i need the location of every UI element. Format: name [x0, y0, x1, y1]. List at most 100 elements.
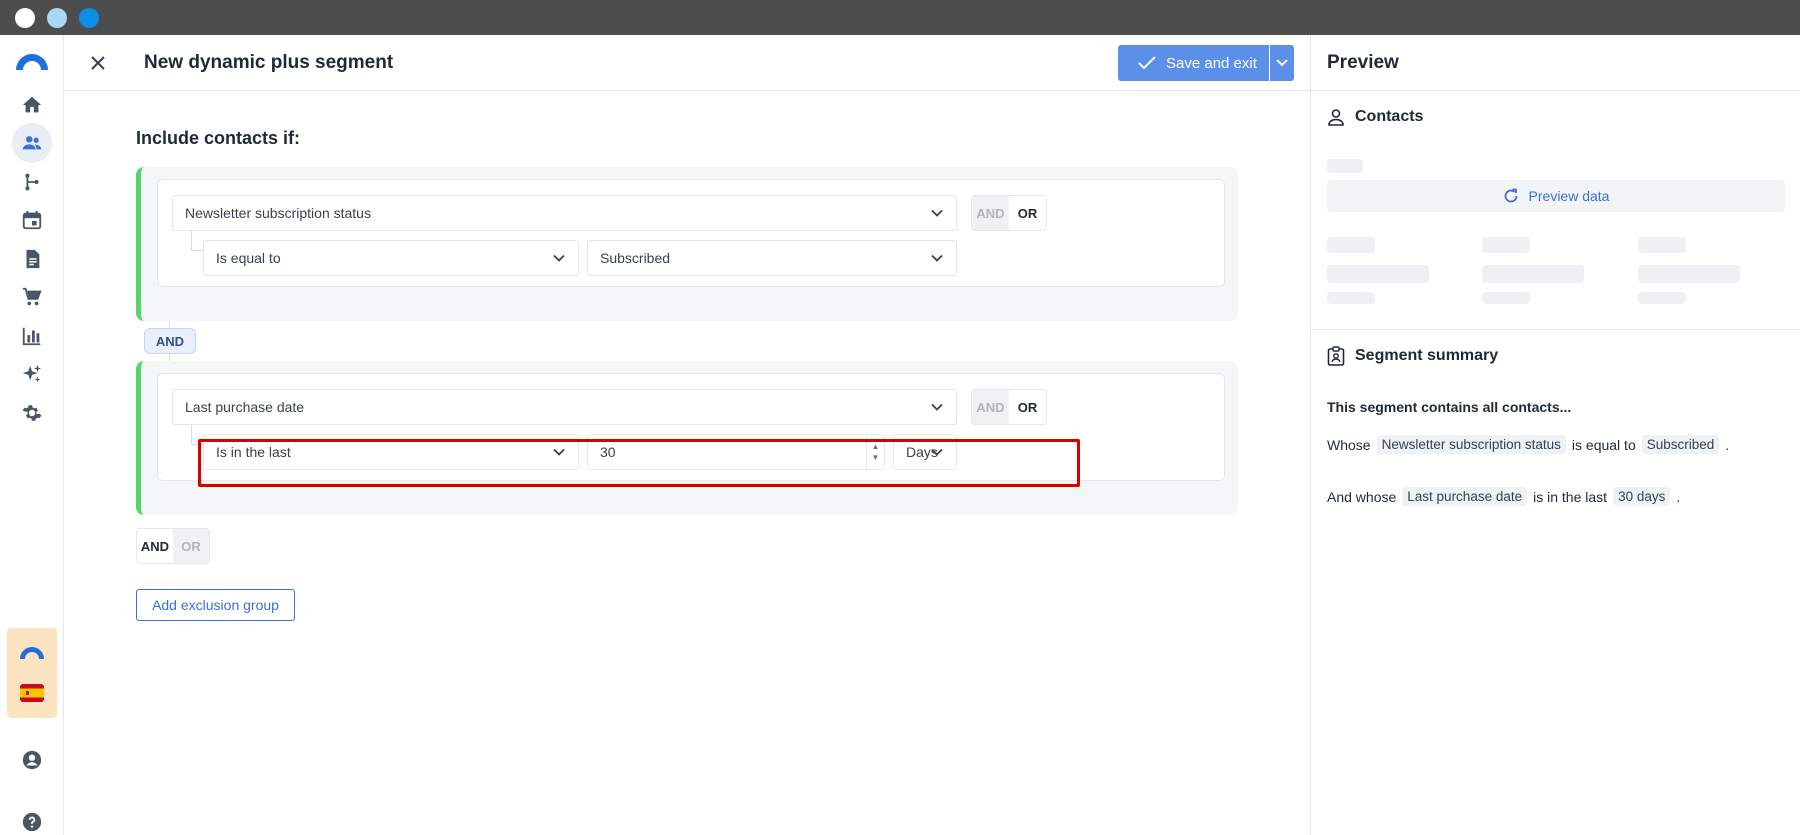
sidebar-item-reports[interactable] [12, 316, 52, 356]
sidebar-item-account[interactable] [12, 740, 52, 780]
summary-intro: This segment contains all contacts... [1327, 399, 1572, 415]
sidebar-item-shop[interactable] [12, 277, 52, 317]
group-and-connector[interactable]: AND [144, 328, 196, 354]
close-icon [91, 56, 105, 70]
condition-card: Last purchase date Is in the last 30 ▲ ▼… [157, 373, 1225, 481]
chevron-down-icon [931, 448, 943, 456]
summary-line-2: And whose Last purchase date is in the l… [1327, 487, 1680, 506]
or-option[interactable]: OR [173, 529, 209, 563]
summary-value-chip: Subscribed [1641, 435, 1720, 454]
home-icon [22, 96, 42, 113]
and-option[interactable]: AND [972, 390, 1009, 424]
and-option[interactable]: AND [137, 529, 173, 563]
sidebar-item-home[interactable] [12, 85, 52, 125]
gear-icon [22, 405, 42, 421]
person-icon [1328, 109, 1344, 126]
sidebar-item-automation[interactable] [12, 162, 52, 202]
chevron-down-icon [931, 403, 943, 411]
promo-tile[interactable] [7, 628, 57, 718]
summary-value-chip: 30 days [1613, 487, 1671, 506]
summary-section-title: Segment summary [1327, 346, 1498, 366]
field-select-value: Last purchase date [185, 399, 305, 415]
amount-stepper[interactable]: ▲ ▼ [866, 435, 884, 469]
step-down-icon[interactable]: ▼ [872, 452, 880, 463]
summary-operator: is equal to [1571, 436, 1636, 453]
editor-header: New dynamic plus segment Save and exit [64, 35, 1310, 91]
brand-logo-icon[interactable] [14, 51, 50, 71]
sparkle-icon [22, 364, 42, 383]
window-titlebar [0, 0, 1800, 35]
summary-field-chip: Newsletter subscription status [1376, 435, 1566, 454]
unit-select[interactable]: Days [893, 434, 957, 470]
page-title: New dynamic plus segment [144, 52, 394, 73]
sidebar-item-contacts[interactable] [12, 123, 52, 163]
preview-divider [1311, 329, 1800, 330]
field-select[interactable]: Newsletter subscription status [172, 195, 957, 231]
save-and-exit-button[interactable]: Save and exit [1118, 45, 1269, 81]
and-option[interactable]: AND [972, 196, 1009, 230]
chevron-down-icon [1276, 59, 1288, 67]
window-minimize-dot[interactable] [47, 8, 67, 28]
chevron-down-icon [931, 254, 943, 262]
condition-card: Newsletter subscription status Is equal … [157, 179, 1225, 287]
add-exclusion-group-button[interactable]: Add exclusion group [136, 589, 295, 621]
and-or-toggle: AND OR [971, 195, 1047, 231]
sidebar-item-calendar[interactable] [12, 200, 52, 240]
summary-prefix: And whose [1327, 488, 1397, 505]
skeleton-block [1327, 292, 1375, 304]
close-button[interactable] [84, 49, 112, 77]
summary-suffix: . [1676, 488, 1681, 505]
save-options-dropdown[interactable] [1270, 45, 1294, 81]
operator-select[interactable]: Is equal to [203, 240, 579, 276]
skeleton-block [1482, 265, 1584, 283]
amount-value: 30 [600, 444, 616, 460]
window-close-dot[interactable] [15, 8, 35, 28]
document-icon [26, 249, 40, 269]
summary-title-label: Segment summary [1355, 347, 1499, 364]
skeleton-block [1638, 292, 1686, 304]
skeleton-block [1482, 292, 1530, 304]
step-up-icon[interactable]: ▲ [872, 441, 880, 452]
include-title: Include contacts if: [136, 128, 301, 148]
or-option[interactable]: OR [1009, 390, 1046, 424]
sidebar-item-ai[interactable] [12, 354, 52, 394]
contacts-title-label: Contacts [1355, 108, 1424, 125]
skeleton-block [1327, 159, 1363, 173]
chevron-down-icon [931, 209, 943, 217]
refresh-icon [1504, 188, 1517, 203]
value-select-value: Subscribed [600, 250, 671, 266]
value-select[interactable]: Subscribed [587, 240, 957, 276]
skeleton-block [1638, 265, 1740, 283]
summary-prefix: Whose [1327, 436, 1371, 453]
check-icon [1138, 56, 1156, 70]
brand-logo-icon [20, 647, 44, 659]
and-or-toggle: AND OR [971, 389, 1047, 425]
condition-group-2: Last purchase date Is in the last 30 ▲ ▼… [136, 361, 1238, 515]
summary-operator: is in the last [1533, 488, 1608, 505]
segment-editor: Include contacts if: Newsletter subscrip… [64, 91, 1310, 835]
connector-line [191, 425, 203, 445]
sidebar-item-help[interactable] [12, 802, 52, 835]
contacts-icon [22, 136, 42, 150]
chevron-down-icon [553, 448, 565, 456]
sidebar-item-documents[interactable] [12, 239, 52, 279]
save-label: Save and exit [1166, 54, 1257, 72]
connector-line [191, 231, 203, 251]
automation-icon [25, 173, 39, 191]
operator-select[interactable]: Is in the last [203, 434, 579, 470]
summary-field-chip: Last purchase date [1402, 487, 1528, 506]
condition-group-1: Newsletter subscription status Is equal … [136, 167, 1238, 321]
field-select[interactable]: Last purchase date [172, 389, 957, 425]
add-group-and-or-toggle: AND OR [136, 528, 210, 564]
window-maximize-dot[interactable] [79, 8, 99, 28]
summary-line-1: Whose Newsletter subscription status is … [1327, 435, 1729, 454]
sidebar-item-settings[interactable] [12, 393, 52, 433]
calendar-icon [22, 210, 42, 230]
field-select-value: Newsletter subscription status [185, 205, 371, 221]
preview-data-button[interactable]: Preview data [1327, 180, 1785, 212]
preview-title: Preview [1311, 35, 1800, 91]
operator-select-value: Is in the last [216, 444, 291, 460]
cart-icon [22, 287, 42, 306]
amount-input[interactable]: 30 ▲ ▼ [587, 434, 885, 470]
or-option[interactable]: OR [1009, 196, 1046, 230]
